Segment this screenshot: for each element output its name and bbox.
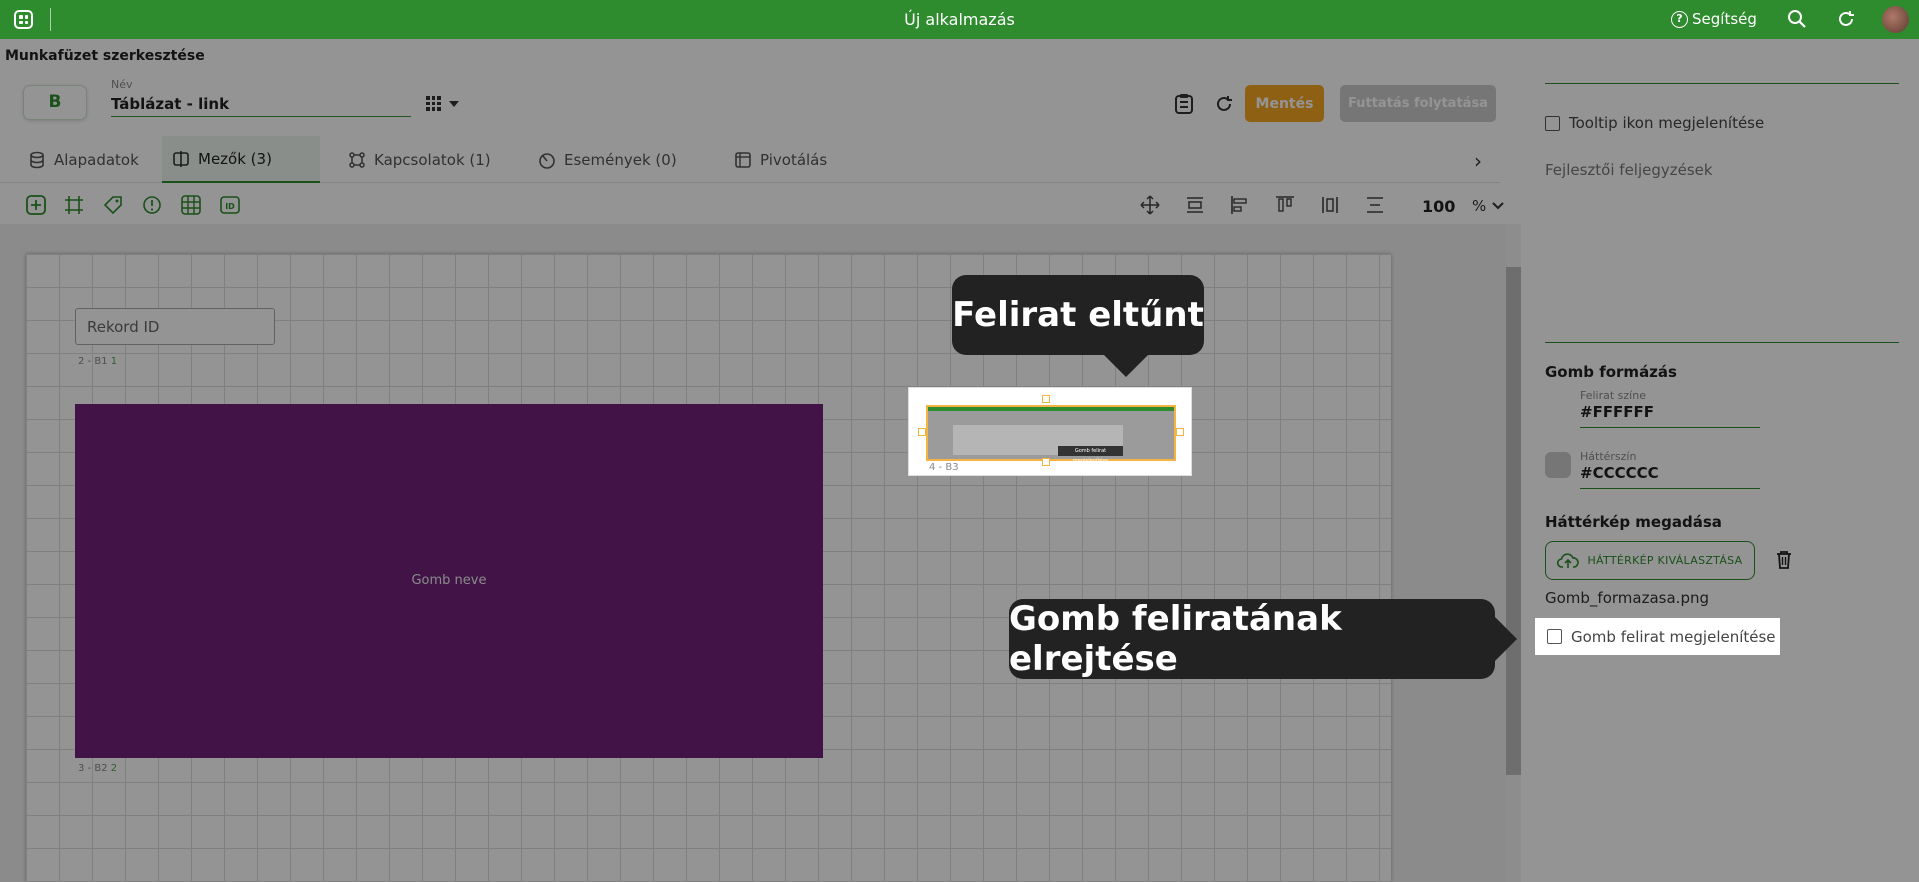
- distribute-horizontal-icon[interactable]: [1320, 195, 1340, 215]
- page-title: Munkafüzet szerkesztése: [5, 48, 205, 64]
- text-color-label: Felirat színe: [1580, 389, 1646, 402]
- chevron-down-icon: [1492, 202, 1504, 210]
- scrollbar-thumb[interactable]: [1506, 267, 1521, 775]
- text-color-input[interactable]: #FFFFFF: [1580, 403, 1760, 428]
- callout-label-gone: Felirat eltűnt: [952, 275, 1204, 377]
- trash-icon[interactable]: [1776, 550, 1792, 569]
- save-button[interactable]: Mentés: [1245, 85, 1324, 122]
- properties-panel: Tooltip ikon megjelenítése Fejlesztői fe…: [1521, 39, 1919, 882]
- bg-color-input[interactable]: #CCCCCC: [1580, 464, 1760, 489]
- bg-image-heading: Háttérkép megadása: [1545, 513, 1722, 531]
- show-button-label-checkbox[interactable]: Gomb felirat megjelenítése: [1535, 618, 1780, 655]
- relations-icon: [349, 151, 365, 168]
- rekord-id-field[interactable]: Rekord ID: [75, 308, 275, 345]
- name-label: Név: [111, 78, 133, 91]
- tag-icon[interactable]: [103, 195, 123, 215]
- gomb-button[interactable]: Gomb neve: [75, 404, 823, 758]
- tab-basics[interactable]: Alapadatok: [18, 136, 149, 183]
- preview-mini-screenshot: Gomb felirat megjelenítése: [926, 405, 1176, 464]
- zoom-value[interactable]: 100: [1422, 197, 1455, 216]
- frame-icon[interactable]: [64, 195, 84, 215]
- bg-image-filename: Gomb_formazasa.png: [1545, 589, 1709, 607]
- vertical-scrollbar[interactable]: [1506, 224, 1521, 882]
- tab-label: Események (0): [564, 150, 677, 169]
- tab-fields[interactable]: Mezők (3): [162, 136, 320, 183]
- chevron-down-icon: [449, 100, 459, 107]
- callout-hide-label: Gomb feliratának elrejtése: [1009, 599, 1517, 679]
- svg-text:ID: ID: [225, 202, 235, 211]
- help-icon: ?: [1671, 10, 1688, 28]
- cloud-upload-icon: [1557, 552, 1580, 568]
- add-field-icon[interactable]: [26, 195, 46, 215]
- tab-label: Alapadatok: [54, 150, 139, 169]
- refresh-icon[interactable]: [1836, 9, 1856, 29]
- field-position-label: 2 - B1 1: [78, 356, 117, 367]
- align-top-icon[interactable]: [1275, 195, 1295, 215]
- button-preview-thumbnail[interactable]: Gomb felirat megjelenítése 4 - B3: [908, 387, 1192, 476]
- events-icon: [539, 152, 555, 169]
- app-title: Új alkalmazás: [904, 10, 1015, 29]
- grid-icon: [426, 96, 441, 111]
- align-middle-icon[interactable]: [1365, 195, 1385, 215]
- move-icon[interactable]: [1140, 195, 1160, 215]
- workbook-badge[interactable]: B: [23, 85, 87, 120]
- name-input[interactable]: [111, 91, 411, 117]
- developer-notes-textarea[interactable]: [1545, 186, 1899, 343]
- clipboard-icon[interactable]: [1174, 93, 1194, 115]
- zoom-unit-label: %: [1472, 197, 1487, 215]
- bg-color-label: Háttérszín: [1580, 450, 1637, 463]
- warning-icon[interactable]: [142, 195, 162, 215]
- layout-menu[interactable]: [426, 96, 459, 111]
- tooltip-icon-checkbox[interactable]: Tooltip ikon megjelenítése: [1545, 114, 1764, 132]
- tab-label: Pivotálás: [760, 150, 828, 169]
- search-icon[interactable]: [1787, 9, 1807, 29]
- preview-tooltip: Gomb felirat megjelenítése: [1058, 446, 1123, 464]
- resize-handle[interactable]: [1176, 428, 1184, 436]
- help-button[interactable]: ? Segítség: [1671, 10, 1757, 28]
- field-order-number: 1: [110, 356, 118, 367]
- upload-label: HÁTTÉRKÉP KIVÁLASZTÁSA: [1587, 554, 1743, 567]
- button-position-text: 3 - B2: [78, 763, 108, 774]
- user-avatar[interactable]: [1882, 6, 1909, 33]
- align-left-icon[interactable]: [1230, 195, 1250, 215]
- continue-run-button[interactable]: Futtatás folytatása: [1340, 85, 1496, 122]
- developer-notes-label: Fejlesztői feljegyzések: [1545, 161, 1713, 179]
- chevron-right-icon[interactable]: ›: [1474, 149, 1482, 173]
- reload-icon[interactable]: [1214, 94, 1234, 114]
- preview-top-bar: [928, 407, 1174, 411]
- description-textarea[interactable]: [1545, 39, 1899, 84]
- canvas-toolbar: ID: [0, 186, 1521, 226]
- preview-position-label: 4 - B3: [929, 462, 959, 473]
- tab-pivot[interactable]: Pivotálás: [724, 136, 837, 183]
- help-label: Segítség: [1692, 10, 1757, 28]
- tab-events[interactable]: Események (0): [528, 136, 687, 183]
- resize-handle[interactable]: [1042, 395, 1050, 403]
- top-bar: Új alkalmazás ? Segítség: [0, 0, 1919, 39]
- id-icon[interactable]: ID: [220, 195, 240, 215]
- tab-relations[interactable]: Kapcsolatok (1): [338, 136, 501, 183]
- bg-color-swatch[interactable]: [1545, 452, 1571, 478]
- pivot-icon: [735, 151, 751, 168]
- tab-label: Kapcsolatok (1): [374, 150, 491, 169]
- table-icon[interactable]: [181, 195, 201, 215]
- button-format-heading: Gomb formázás: [1545, 363, 1677, 381]
- button-order-number: 2: [110, 763, 118, 774]
- select-bg-image-button[interactable]: HÁTTÉRKÉP KIVÁLASZTÁSA: [1545, 541, 1755, 580]
- checkbox-box[interactable]: [1547, 629, 1562, 644]
- resize-handle[interactable]: [1042, 458, 1050, 466]
- checkbox-label: Tooltip ikon megjelenítése: [1569, 114, 1765, 132]
- tab-label: Mezők (3): [198, 149, 272, 168]
- checkbox-label: Gomb felirat megjelenítése: [1571, 627, 1776, 646]
- field-position-text: 2 - B1: [78, 356, 108, 367]
- tab-bar: Alapadatok Mezők (3) Kapcsolatok (1) Ese…: [0, 136, 1500, 183]
- button-position-label: 3 - B2 2: [78, 763, 117, 774]
- checkbox-box[interactable]: [1545, 115, 1560, 131]
- distribute-vertical-icon[interactable]: [1185, 195, 1205, 215]
- fields-icon: [173, 150, 189, 167]
- zoom-unit-select[interactable]: %: [1472, 197, 1504, 215]
- database-icon: [30, 151, 44, 168]
- resize-handle[interactable]: [918, 428, 926, 436]
